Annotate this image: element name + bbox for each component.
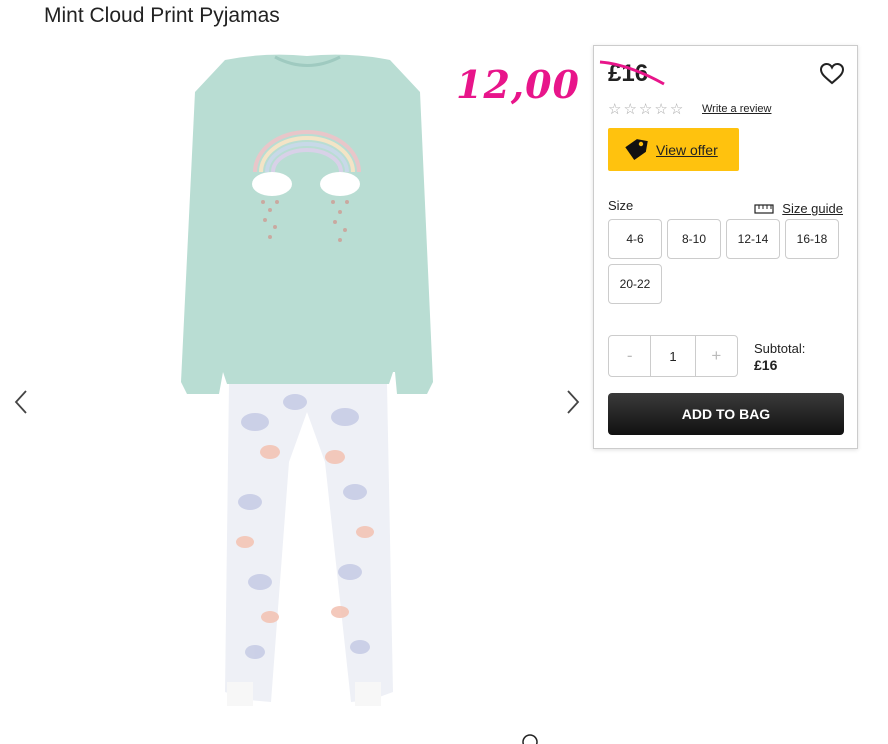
size-option[interactable]: 16-18 — [785, 219, 839, 259]
ruler-icon — [754, 203, 774, 214]
heart-icon[interactable] — [819, 62, 845, 86]
size-option[interactable]: 20-22 — [608, 264, 662, 304]
star-outline-icon: ☆ — [638, 101, 653, 118]
subtotal-value: £16 — [754, 357, 778, 373]
chevron-left-icon[interactable] — [12, 388, 32, 416]
write-review-link[interactable]: Write a review — [702, 103, 771, 115]
price-tag-icon — [625, 138, 648, 160]
promo-price: 12,00 — [456, 62, 580, 107]
size-option[interactable]: 12-14 — [726, 219, 780, 259]
quantity-stepper: - 1 + — [608, 335, 738, 377]
product-image — [181, 54, 433, 706]
star-outline-icon: ☆ — [669, 101, 684, 118]
quantity-value[interactable]: 1 — [650, 336, 696, 376]
view-offer-label: View offer — [656, 141, 718, 158]
star-outline-icon: ☆ — [623, 101, 637, 118]
view-offer-button[interactable]: View offer — [608, 128, 739, 171]
size-label: Size — [608, 198, 634, 213]
add-to-bag-button[interactable]: ADD TO BAG — [608, 393, 844, 435]
subtotal-label: Subtotal: — [754, 341, 806, 356]
increase-quantity-button[interactable]: + — [696, 336, 737, 376]
rating-stars: ☆ ☆ ☆ ☆ ☆ — [608, 102, 683, 118]
size-guide-label: Size guide — [782, 201, 843, 216]
decrease-quantity-button[interactable]: - — [609, 336, 650, 376]
zoom-icon[interactable] — [520, 732, 540, 744]
subtotal: Subtotal: £16 — [754, 340, 805, 374]
size-option[interactable]: 4-6 — [608, 219, 662, 259]
size-guide-link[interactable]: Size guide — [754, 201, 843, 216]
size-options: 4-6 8-10 12-14 16-18 20-22 — [608, 219, 848, 304]
star-outline-icon: ☆ — [654, 101, 668, 118]
purchase-panel: £16 ☆ ☆ ☆ ☆ ☆ Write a review View offer … — [593, 45, 858, 449]
size-option[interactable]: 8-10 — [667, 219, 721, 259]
star-outline-icon: ☆ — [608, 101, 622, 118]
price: £16 — [608, 60, 649, 87]
chevron-right-icon[interactable] — [562, 388, 582, 416]
page-title: Mint Cloud Print Pyjamas — [44, 4, 280, 27]
